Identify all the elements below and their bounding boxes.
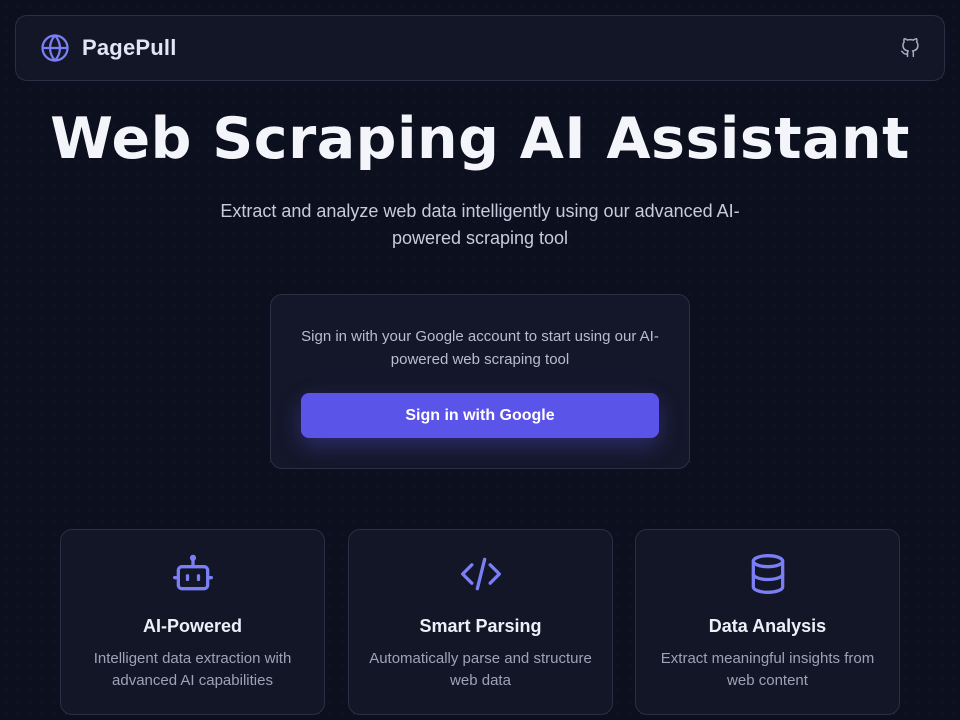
page-title: Web Scraping AI Assistant [50,106,910,172]
feature-title: Data Analysis [708,616,827,636]
robot-icon [171,552,215,596]
signin-card: Sign in with your Google account to star… [270,294,690,469]
feature-card-smart-parsing: Smart Parsing Automatically parse and st… [348,529,613,715]
feature-title: AI-Powered [142,616,243,636]
database-icon [746,552,790,596]
feature-description: Extract meaningful insights from web con… [660,650,875,689]
brand-name: PagePull [82,35,177,60]
google-signin-button[interactable]: Sign in with Google [301,393,659,438]
page-subtitle: Extract and analyze web data intelligent… [220,201,740,248]
feature-description: Intelligent data extraction with advance… [93,650,292,689]
globe-icon [40,33,70,63]
features-grid: AI-Powered Intelligent data extraction w… [60,529,900,715]
feature-card-data-analysis: Data Analysis Extract meaningful insight… [635,529,900,715]
signin-description: Sign in with your Google account to star… [301,328,659,368]
code-icon [459,552,503,596]
brand[interactable]: PagePull [40,33,177,63]
feature-title: Smart Parsing [419,616,542,636]
github-icon[interactable] [900,38,920,58]
navbar: PagePull [15,15,945,81]
feature-description: Automatically parse and structure web da… [369,650,592,689]
feature-card-ai-powered: AI-Powered Intelligent data extraction w… [60,529,325,715]
